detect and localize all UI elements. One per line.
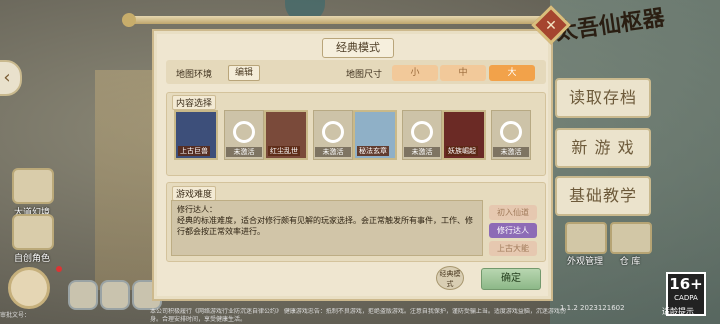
mountain-icon (12, 168, 54, 204)
content-section-title: 内容选择 (172, 95, 217, 110)
slot-caption: 未激活 (493, 147, 529, 157)
card-caption: 上古巨兽 (178, 146, 210, 156)
slot-caption: 未激活 (315, 147, 351, 157)
age-rating-number: 16+ (669, 275, 703, 293)
content-slot-inactive[interactable]: 未激活 (224, 110, 264, 160)
map-size-medium[interactable]: 中 (440, 65, 486, 81)
side-button-illusion[interactable]: 大道幻境 (12, 168, 54, 218)
content-slot-inactive[interactable]: 未激活 (313, 110, 353, 160)
age-rating-caption: 适龄提示 (662, 307, 694, 316)
edit-map-button[interactable]: 编辑 (228, 65, 260, 81)
footer-approval: 审批文号： (0, 312, 31, 319)
card-caption: 秘法玄章 (357, 146, 389, 156)
circle-icon (233, 121, 255, 143)
notification-dot (56, 266, 62, 272)
appearance-button[interactable]: 外观管理 (565, 222, 607, 267)
difficulty-easy-button[interactable]: 初入仙道 (489, 205, 537, 220)
content-slot-inactive[interactable]: 未激活 (491, 110, 531, 160)
avatar[interactable] (8, 267, 50, 309)
gallery-icon[interactable] (100, 280, 130, 310)
new-game-button[interactable]: 新 游 戏 (555, 128, 651, 168)
difficulty-section-title: 游戏难度 (172, 186, 217, 201)
difficulty-description: 经典的标准难度，适合对修行颇有见解的玩家选择。会正常触发所有事件，工作、修行都会… (177, 216, 473, 236)
content-card-secret-arts[interactable]: 秘法玄章 (353, 110, 397, 160)
difficulty-normal-button[interactable]: 修行达人 (489, 223, 537, 238)
mode-seal-icon: 经典模式 (436, 266, 464, 290)
warehouse-button[interactable]: 仓 库 (610, 222, 652, 267)
character-icon (12, 214, 54, 250)
tutorial-button[interactable]: 基础教学 (555, 176, 651, 216)
building-icon (565, 222, 607, 254)
dialog-top-rod (128, 16, 558, 24)
slot-caption: 未激活 (404, 147, 440, 157)
side-button-label: 自创角色 (13, 254, 50, 264)
map-size-label: 地图尺寸 (346, 70, 383, 80)
content-slot-inactive[interactable]: 未激活 (402, 110, 442, 160)
content-card-demon-rise[interactable]: 妖族崛起 (442, 110, 486, 160)
difficulty-description-box: 修行达人： 经典的标准难度，适合对修行颇有见解的玩家选择。会正常触发所有事件，工… (171, 200, 483, 256)
close-icon[interactable]: ✕ (537, 12, 565, 40)
card-caption: 妖族崛起 (446, 146, 478, 156)
footer-notice: 本公司积极履行《网络游戏行业防沉迷自律公约》 健康游戏忠告：抵制不良游戏，拒绝盗… (150, 308, 566, 323)
difficulty-hard-button[interactable]: 上古大能 (489, 241, 537, 256)
age-rating-org: CADPA (674, 294, 698, 302)
circle-icon (411, 121, 433, 143)
difficulty-name: 修行达人： (177, 205, 217, 214)
map-env-label: 地图环境 (176, 70, 213, 80)
appearance-label: 外观管理 (566, 257, 603, 267)
confirm-button[interactable]: 确定 (481, 268, 541, 290)
map-size-large[interactable]: 大 (489, 65, 535, 81)
settings-icon[interactable] (68, 280, 98, 310)
load-save-button[interactable]: 读取存档 (555, 78, 651, 118)
circle-icon (500, 121, 522, 143)
content-card-ancient-beasts[interactable]: 上古巨兽 (174, 110, 218, 160)
card-caption: 红尘乱世 (268, 146, 300, 156)
slot-caption: 未激活 (226, 147, 262, 157)
warehouse-label: 仓 库 (619, 257, 641, 267)
map-size-small[interactable]: 小 (392, 65, 438, 81)
dialog-title: 经典模式 (322, 38, 394, 58)
circle-icon (322, 121, 344, 143)
side-button-create-character[interactable]: 自创角色 (12, 214, 54, 264)
rod-end-left (122, 13, 136, 27)
content-card-red-dust[interactable]: 红尘乱世 (264, 110, 308, 160)
warehouse-icon (610, 222, 652, 254)
